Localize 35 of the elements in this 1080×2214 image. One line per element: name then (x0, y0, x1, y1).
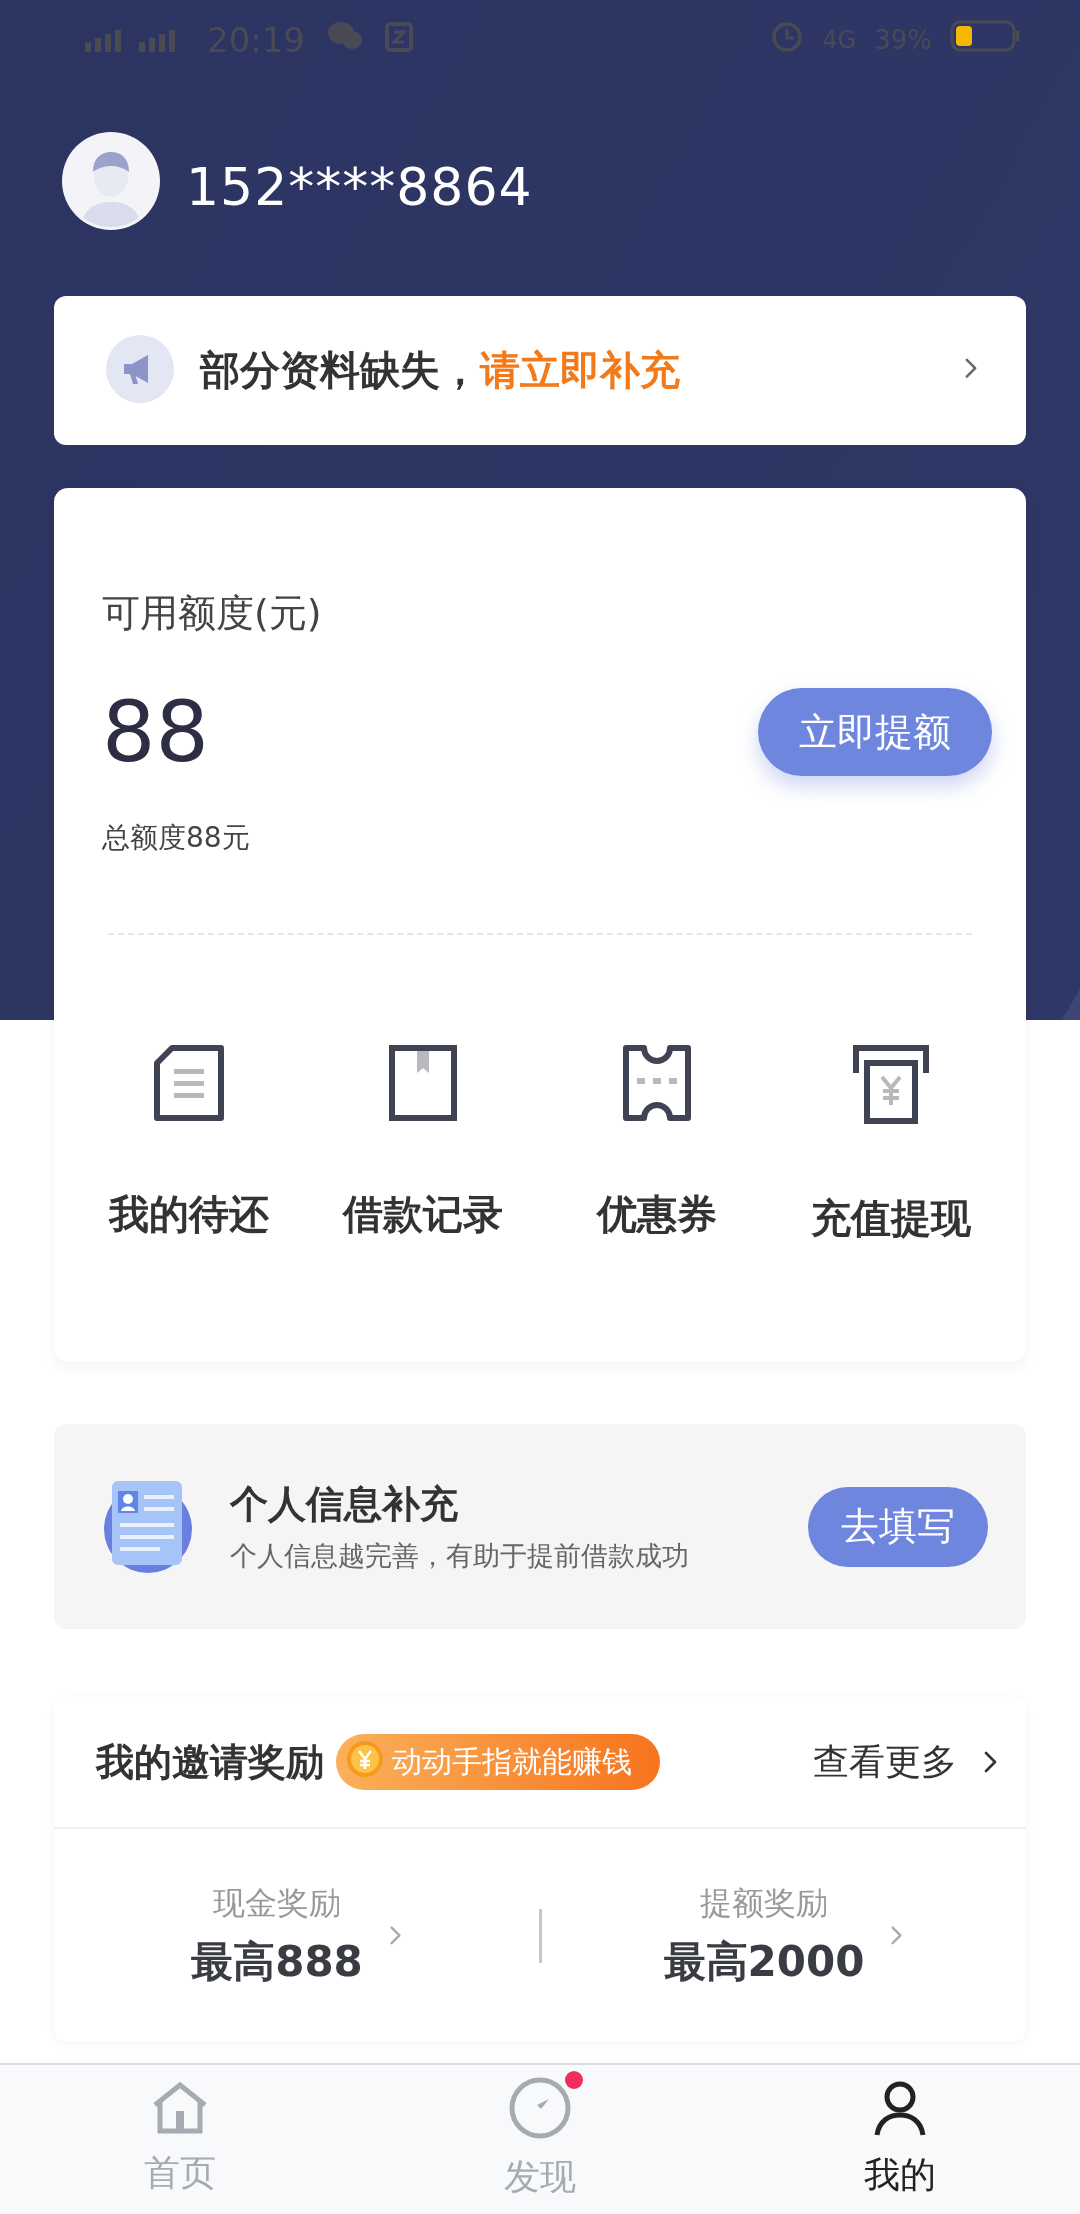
credit-amount: 88 (102, 683, 209, 781)
home-icon (151, 2081, 209, 2135)
chevron-right-icon (890, 1925, 904, 1946)
megaphone-icon (106, 334, 174, 403)
action-label[interactable]: 充值提现 (811, 1191, 971, 1246)
battery-icon (950, 20, 1020, 52)
notification-icon (385, 22, 413, 52)
phone-number: 152****8864 (186, 157, 533, 217)
see-more-link[interactable]: 查看更多 (813, 1737, 998, 1787)
chat-icon (327, 20, 363, 52)
reward-label: 现金奖励 (213, 1882, 341, 1924)
chevron-right-icon (983, 1750, 998, 1774)
avatar-icon (62, 132, 160, 230)
cash-machine-icon (853, 1045, 929, 1125)
action-label[interactable]: 我的待还 (109, 1187, 269, 1242)
invite-title: 我的邀请奖励 (96, 1738, 324, 1786)
total-limit: 总额度88元 (102, 820, 251, 856)
compass-icon (509, 2077, 571, 2139)
action-label[interactable]: 优惠券 (597, 1187, 717, 1242)
promo-badge: 动动手指就能赚钱 (336, 1734, 660, 1790)
credit-label: 可用额度(元) (102, 590, 323, 637)
reward-label: 提额奖励 (700, 1882, 828, 1924)
chevron-right-icon (388, 1925, 402, 1946)
ticket-icon (623, 1045, 691, 1121)
nav-tab[interactable]: 我的 (720, 2065, 1080, 2214)
info-subtitle: 个人信息越完善，有助于提前借款成功 (230, 1539, 690, 1573)
alarm-icon (770, 19, 805, 53)
action-label[interactable]: 借款记录 (343, 1187, 503, 1242)
reward-value: 最高2000 (663, 1935, 865, 1988)
info-title: 个人信息补充 (230, 1481, 459, 1528)
coin-icon (346, 1739, 384, 1778)
book-icon (389, 1045, 457, 1121)
chevron-right-icon (964, 357, 978, 380)
document-icon (154, 1045, 224, 1121)
reward-value: 最高888 (191, 1935, 363, 1988)
